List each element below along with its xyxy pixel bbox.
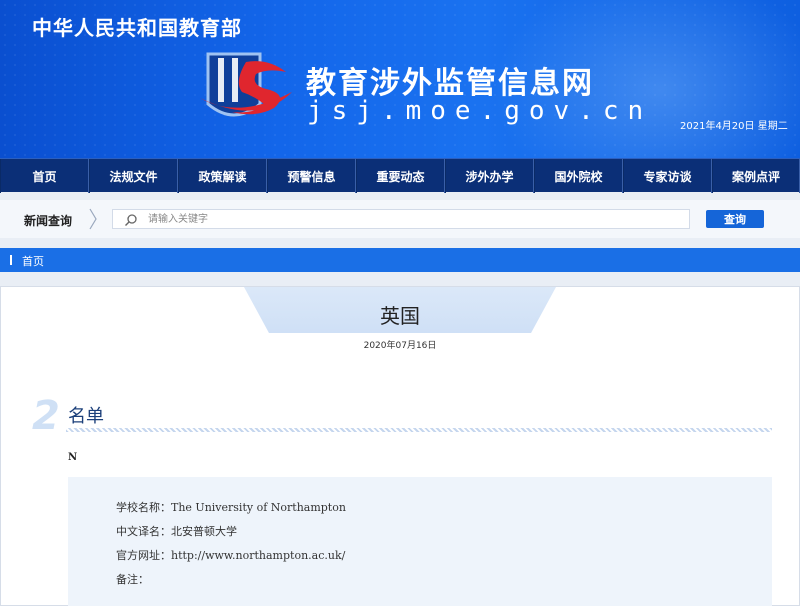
nav-item-expert-interviews[interactable]: 专家访谈 <box>623 159 712 193</box>
nav-item-case-reviews[interactable]: 案例点评 <box>712 159 800 193</box>
breadcrumb-marker <box>10 255 12 265</box>
site-url: jsj.moe.gov.cn <box>307 96 653 126</box>
nav-item-home[interactable]: 首页 <box>0 159 89 193</box>
site-logo-icon[interactable] <box>198 52 302 134</box>
section-title: 名单 <box>68 406 104 427</box>
section-number: 2 <box>32 393 60 439</box>
search-bar: 新闻查询 <box>0 200 800 238</box>
search-label: 新闻查询 <box>24 214 73 228</box>
school-name: 学校名称：The University of Northampton <box>116 501 346 514</box>
current-date: 2021年4月20日 星期二 <box>680 121 788 132</box>
breadcrumb-home-link[interactable]: 首页 <box>22 253 44 269</box>
search-input[interactable] <box>148 210 678 228</box>
school-info-box <box>68 477 772 606</box>
section-divider <box>66 428 772 432</box>
chevron-right-icon <box>89 208 97 230</box>
article-date: 2020年07月16日 <box>363 341 437 351</box>
nav-item-foreign-schools-cn[interactable]: 涉外办学 <box>445 159 534 193</box>
page-title: 英国 <box>380 304 420 328</box>
index-letter: N <box>68 452 78 463</box>
site-header: 中华人民共和国教育部 教育涉外监管信息网 jsj.moe.gov.cn 2021… <box>0 0 800 158</box>
ministry-name[interactable]: 中华人民共和国教育部 <box>32 12 242 41</box>
breadcrumb <box>0 248 800 272</box>
main-nav: 首页 法规文件 政策解读 预警信息 重要动态 涉外办学 国外院校 专家访谈 案例… <box>0 158 800 193</box>
nav-item-policy[interactable]: 政策解读 <box>178 159 267 193</box>
school-note: 备注： <box>116 573 149 586</box>
school-chinese-name: 中文译名：北安普顿大学 <box>116 525 237 538</box>
nav-item-news[interactable]: 重要动态 <box>356 159 445 193</box>
search-icon <box>125 214 137 226</box>
nav-item-regulations[interactable]: 法规文件 <box>89 159 178 193</box>
school-website[interactable]: 官方网址：http://www.northampton.ac.uk/ <box>116 547 345 563</box>
nav-item-warnings[interactable]: 预警信息 <box>267 159 356 193</box>
nav-item-foreign-institutions[interactable]: 国外院校 <box>534 159 623 193</box>
search-button[interactable]: 查询 <box>706 210 764 228</box>
